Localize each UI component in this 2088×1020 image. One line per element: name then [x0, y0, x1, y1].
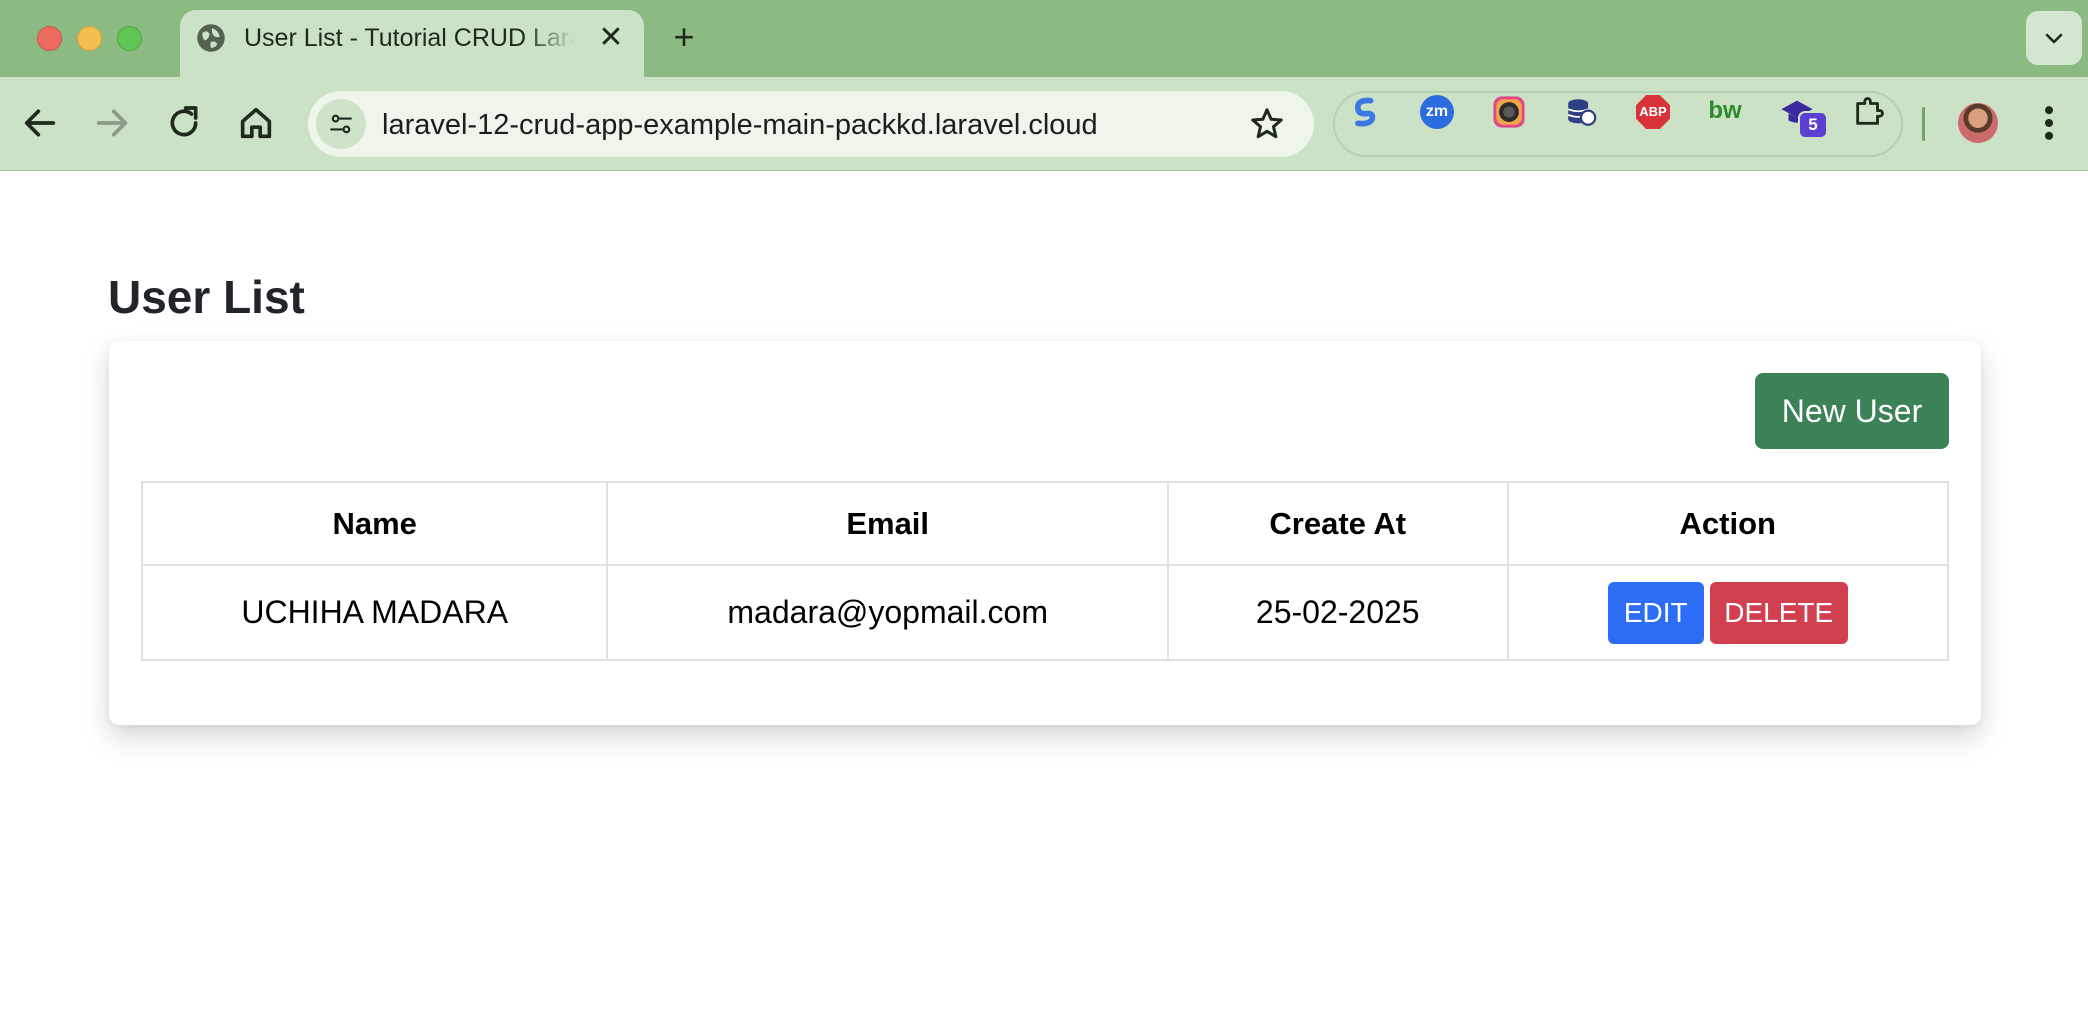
s-icon[interactable]	[1348, 95, 1382, 129]
bw-icon[interactable]: bw	[1708, 95, 1742, 129]
url-text[interactable]: laravel-12-crud-app-example-main-packkd.…	[382, 109, 1098, 142]
home-icon[interactable]	[236, 103, 276, 143]
user-list-card: New User Name Email Create At Action UCH…	[109, 341, 1981, 725]
forward-arrow-icon[interactable]	[92, 103, 132, 143]
profile-avatar[interactable]	[1958, 103, 1998, 143]
toolbar-divider	[1922, 107, 1925, 141]
browser-toolbar: laravel-12-crud-app-example-main-packkd.…	[0, 77, 2088, 171]
reload-icon[interactable]	[164, 103, 204, 143]
site-info-button[interactable]	[316, 99, 366, 149]
user-email-cell: madara@yopmail.com	[606, 564, 1169, 661]
graduation-cap-icon[interactable]: 5	[1780, 95, 1828, 139]
user-name-cell: UCHIHA MADARA	[140, 564, 609, 661]
user-action-cell: EDIT DELETE	[1506, 564, 1950, 661]
globe-icon	[197, 24, 225, 52]
extension-badge: 5	[1798, 111, 1828, 139]
address-bar[interactable]: laravel-12-crud-app-example-main-packkd.…	[308, 91, 1314, 157]
maximize-window-button[interactable]	[117, 26, 142, 51]
delete-button[interactable]: DELETE	[1709, 581, 1848, 644]
zm-icon[interactable]: zm	[1420, 95, 1454, 129]
minimize-window-button[interactable]	[77, 26, 102, 51]
chevron-down-icon	[2045, 33, 2063, 44]
tab-search-button[interactable]	[2026, 11, 2082, 65]
close-window-button[interactable]	[37, 26, 62, 51]
users-table: Name Email Create At Action UCHIHA MADAR…	[140, 481, 1950, 661]
database-icon[interactable]	[1564, 95, 1598, 129]
page-title: User List	[108, 271, 305, 323]
more-menu-icon[interactable]	[2034, 101, 2064, 145]
puzzle-icon[interactable]	[1852, 95, 1886, 129]
column-header-email: Email	[606, 481, 1169, 566]
bookmark-star-icon[interactable]	[1248, 105, 1286, 143]
back-arrow-icon[interactable]	[20, 103, 60, 143]
new-user-button[interactable]: New User	[1755, 373, 1949, 449]
column-header-created: Create At	[1166, 481, 1509, 566]
edit-button[interactable]: EDIT	[1607, 581, 1704, 644]
browser-tab-active[interactable]: User List - Tutorial CRUD Laravel ✕	[180, 10, 644, 77]
table-header-row: Name Email Create At Action	[140, 481, 1950, 566]
column-header-action: Action	[1506, 481, 1950, 566]
user-created-cell: 25-02-2025	[1166, 564, 1509, 661]
table-row: UCHIHA MADARA madara@yopmail.com 25-02-2…	[140, 564, 1950, 661]
browser-tab-bar: User List - Tutorial CRUD Laravel ✕ +	[0, 0, 2088, 77]
close-tab-icon[interactable]: ✕	[595, 22, 627, 54]
tab-title: User List - Tutorial CRUD Laravel	[244, 24, 574, 52]
column-header-name: Name	[140, 481, 609, 566]
tune-icon	[330, 114, 352, 134]
camera-icon[interactable]	[1492, 95, 1526, 129]
new-tab-button[interactable]: +	[668, 19, 700, 56]
